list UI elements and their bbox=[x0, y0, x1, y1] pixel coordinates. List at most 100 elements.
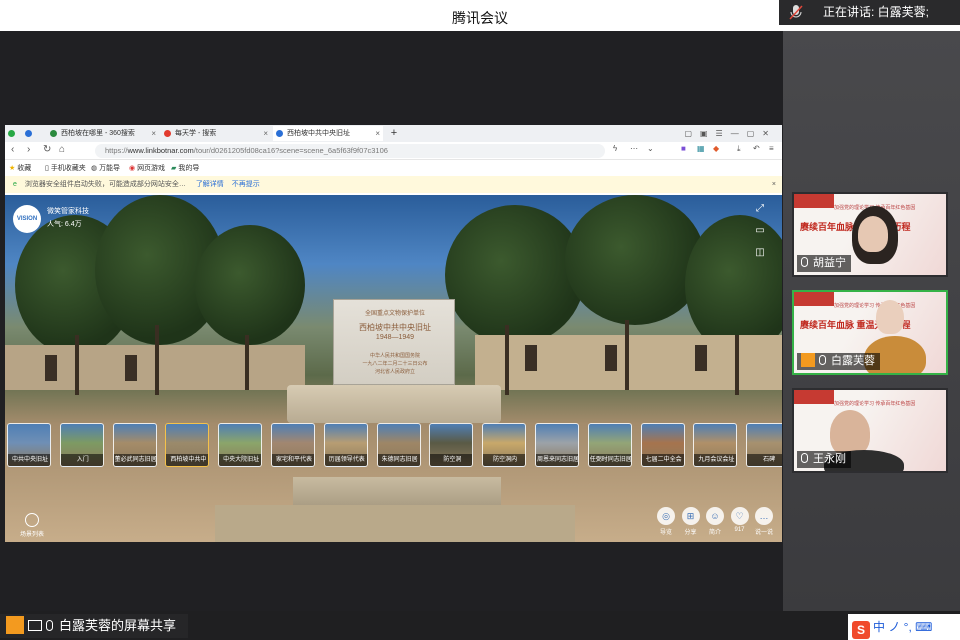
scene-thumbnail[interactable]: 入门 bbox=[59, 423, 104, 467]
url-prefix: https:// bbox=[105, 146, 128, 155]
scene-thumbnail[interactable]: 七届二中全会 bbox=[640, 423, 685, 467]
pano-control-label: 说一说 bbox=[754, 530, 773, 536]
panorama-view[interactable]: 全国重点文物保护单位 西柏坡中共中央旧址 1948—1949 中华人民共和国国务… bbox=[5, 195, 782, 542]
sidebar-toggle-icon[interactable] bbox=[25, 126, 33, 141]
scene-thumbnail-label: 西柏坡中共中 bbox=[166, 454, 209, 466]
security-infobar: e 浏览器安全组件启动失败，可能造成部分网站安全… 了解详情 不再提示 × bbox=[5, 176, 782, 193]
scene-thumbnail[interactable]: 西柏坡中共中 bbox=[165, 423, 210, 467]
browser-tab-search[interactable]: 西柏坡在哪里 - 360搜索 × bbox=[47, 126, 159, 141]
site-logo[interactable]: VISION bbox=[13, 205, 41, 233]
monument-lower-base bbox=[293, 477, 501, 507]
scene-thumbnail-label: 七届二中全会 bbox=[641, 454, 684, 466]
tree-trunk bbox=[155, 325, 159, 395]
tab-favicon-icon bbox=[50, 130, 57, 137]
pano-control-button[interactable]: ♡ 917 bbox=[729, 507, 751, 533]
browser-tab-active[interactable]: 西柏坡中共中央旧址 × bbox=[273, 126, 383, 141]
tab-favicon-icon bbox=[276, 130, 283, 137]
extension-icon[interactable]: ■ bbox=[681, 144, 686, 153]
browser-tabbar: 西柏坡在哪里 - 360搜索 × 每天学 - 搜索 × 西柏坡中共中央旧址 × … bbox=[5, 125, 782, 142]
ime-status[interactable]: 中 ノ °, ⌨ bbox=[873, 620, 932, 634]
infobar-details-link[interactable]: 了解详情 bbox=[196, 181, 224, 188]
shared-browser-window: 西柏坡在哪里 - 360搜索 × 每天学 - 搜索 × 西柏坡中共中央旧址 × … bbox=[5, 125, 782, 542]
scene-thumbnail[interactable]: 任弼时同志旧居 bbox=[587, 423, 632, 467]
scene-thumbnail[interactable]: 历届领导代表 bbox=[323, 423, 368, 467]
fullscreen-icon[interactable]: ⤢ bbox=[753, 203, 767, 217]
sogou-ime-icon[interactable]: S bbox=[852, 621, 870, 639]
monument-line: 河北省人民政府立 bbox=[374, 369, 415, 375]
folder-icon: ▰ bbox=[171, 165, 177, 172]
close-tab-icon[interactable]: × bbox=[263, 126, 268, 141]
extension2-icon[interactable]: ▦ bbox=[697, 144, 705, 153]
infobar-dismiss-link[interactable]: 不再提示 bbox=[232, 181, 260, 188]
browser-tab-search2[interactable]: 每天学 - 搜索 × bbox=[161, 126, 271, 141]
popularity-count: 人气: 6.4万 bbox=[47, 221, 82, 228]
window-controls[interactable]: ▢▣☰—▢✕ bbox=[677, 126, 777, 141]
scene-thumbnail[interactable]: 石碑 bbox=[746, 423, 782, 467]
participant-tile[interactable]: 加强党的理论学习 传承百年红色基因 赓续百年血脉 重温光辉历程 胡益宁 bbox=[792, 192, 948, 277]
participant-tile-active[interactable]: 加强党的理论学习 传承百年红色基因 赓续百年血脉 重温光辉历程 白露芙蓉 bbox=[792, 290, 948, 375]
url-path: /tour/d0261205fd08ca16?scene=scene_6a5f6… bbox=[193, 146, 388, 155]
scene-thumbnail-label: 入门 bbox=[60, 454, 103, 466]
back-icon[interactable]: ‹ bbox=[11, 144, 14, 155]
undo-icon[interactable]: ↶ bbox=[753, 144, 760, 153]
gyroscope-icon[interactable]: ◫ bbox=[753, 247, 767, 261]
more-icon[interactable]: ⋯ bbox=[630, 144, 638, 153]
scene-thumbnail[interactable]: 家宅和平代表 bbox=[271, 423, 315, 467]
new-tab-button[interactable]: + bbox=[387, 126, 401, 141]
bookmark-games[interactable]: ◉ 网页游戏 bbox=[129, 163, 165, 173]
download-icon[interactable]: ⤓ bbox=[737, 144, 741, 154]
monument-line: 全国重点文物保护单位 bbox=[364, 311, 425, 317]
dropdown-icon[interactable]: ⌄ bbox=[647, 144, 654, 153]
participant-name: 白露芙蓉 bbox=[831, 355, 875, 367]
close-infobar-icon[interactable]: × bbox=[772, 176, 776, 193]
screen-share-label: 白露芙蓉的屏幕共享 bbox=[0, 614, 188, 638]
extension3-icon[interactable]: ◆ bbox=[713, 144, 719, 153]
close-tab-icon[interactable]: × bbox=[375, 126, 380, 141]
pano-control-label: 导览 bbox=[659, 530, 672, 536]
bookmark-nav[interactable]: ◍ 万能导 bbox=[91, 163, 120, 173]
pano-control-button[interactable]: ◎ 导览 bbox=[655, 507, 677, 536]
tree-trunk bbox=[75, 335, 79, 395]
door bbox=[525, 345, 537, 371]
bookmark-favorites[interactable]: ★ 收藏 bbox=[9, 163, 31, 173]
scene-thumbnail[interactable]: 防空洞 bbox=[429, 423, 474, 467]
browser-e-icon bbox=[8, 130, 15, 137]
scene-thumbnail[interactable]: 中共中央旧址 bbox=[7, 423, 51, 467]
banner-flag-icon bbox=[794, 390, 834, 404]
tab-label: 西柏坡中共中央旧址 bbox=[287, 130, 350, 137]
scene-thumbnail[interactable]: 九月会议会址 bbox=[693, 423, 738, 467]
url-input[interactable]: https://www.linkbotnar.com/tour/d0261205… bbox=[95, 144, 605, 158]
tree-trunk bbox=[625, 320, 629, 390]
banner-subtitle: 加强党的理论学习 传承百年红色基因 bbox=[834, 401, 916, 407]
menu-icon[interactable]: ≡ bbox=[769, 144, 774, 153]
scene-list-label: 场景列表 bbox=[19, 532, 44, 538]
pano-control-button[interactable]: ⊞ 分享 bbox=[680, 507, 702, 536]
tree bbox=[445, 205, 585, 345]
pano-control-button[interactable]: … 说一说 bbox=[753, 507, 775, 536]
browser-addressbar: ‹ › ↻ ⌂ https://www.linkbotnar.com/tour/… bbox=[5, 142, 782, 160]
pano-control-button[interactable]: ☺ 简介 bbox=[704, 507, 726, 536]
door bbox=[695, 345, 707, 371]
participant-tile[interactable]: 加强党的理论学习 传承百年红色基因 王永刚 bbox=[792, 388, 948, 473]
scene-thumbnail[interactable]: 周恩来同志旧居 bbox=[535, 423, 579, 467]
close-tab-icon[interactable]: × bbox=[151, 126, 156, 141]
scene-thumbnail[interactable]: 朱德同志旧居 bbox=[376, 423, 421, 467]
bookmark-mynav[interactable]: ▰ 我的导 bbox=[171, 163, 199, 173]
scene-thumbnail[interactable]: 董必武同志旧居 bbox=[112, 423, 157, 467]
monument-line: 1948—1949 bbox=[375, 334, 415, 341]
scene-thumbnail[interactable]: 防空洞内 bbox=[482, 423, 527, 467]
home-icon[interactable]: ⌂ bbox=[59, 144, 65, 155]
scene-thumbnail-label: 历届领导代表 bbox=[324, 454, 367, 466]
pano-control-icon: ☺ bbox=[706, 507, 724, 525]
scene-thumbnail[interactable]: 中央大院旧址 bbox=[218, 423, 263, 467]
vr-icon[interactable]: ▭ bbox=[753, 225, 767, 239]
forward-icon[interactable]: › bbox=[27, 144, 30, 155]
scene-thumbnail-label: 防空洞 bbox=[430, 454, 473, 466]
speaking-indicator: 正在讲话: 白露芙蓉; bbox=[779, 0, 960, 25]
bookmark-mobile[interactable]: ▯ 手机收藏夹 bbox=[45, 163, 86, 173]
refresh-icon[interactable]: ↻ bbox=[43, 144, 51, 155]
scene-list-button[interactable]: 场景列表 bbox=[15, 513, 49, 538]
mic-icon bbox=[46, 620, 53, 631]
lightning-icon[interactable]: ϟ bbox=[613, 144, 617, 153]
ime-toolbar[interactable]: S中 ノ °, ⌨ bbox=[848, 614, 960, 640]
